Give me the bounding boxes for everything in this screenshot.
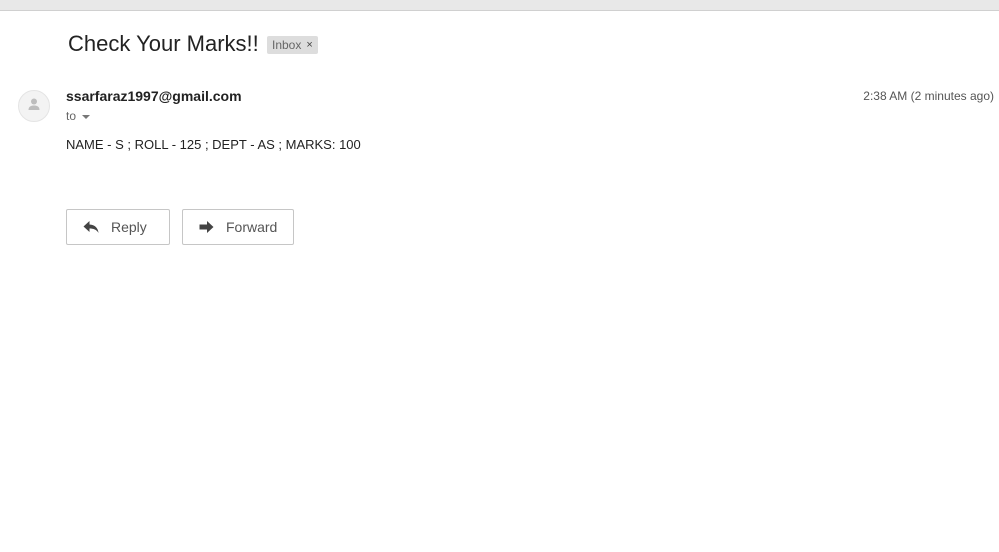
sender-email[interactable]: ssarfaraz1997@gmail.com	[66, 88, 242, 104]
reply-arrow-icon	[83, 220, 99, 234]
remove-label-icon[interactable]: ×	[306, 36, 312, 54]
window-top-strip	[0, 0, 999, 11]
forward-label: Forward	[226, 219, 278, 235]
label-text: Inbox	[272, 38, 302, 52]
reply-button[interactable]: Reply	[66, 209, 170, 245]
email-body: NAME - S ; ROLL - 125 ; DEPT - AS ; MARK…	[66, 137, 361, 152]
inbox-label-chip[interactable]: Inbox ×	[267, 36, 318, 54]
chevron-down-icon[interactable]	[82, 114, 91, 119]
to-label: to	[66, 109, 77, 123]
email-timestamp: 2:38 AM (2 minutes ago)	[863, 89, 994, 103]
person-icon	[26, 96, 42, 117]
recipients-toggle[interactable]: to	[66, 109, 91, 123]
reply-label: Reply	[111, 219, 147, 235]
sender-avatar	[18, 90, 50, 122]
forward-arrow-icon	[199, 220, 214, 234]
email-subject: Check Your Marks!!	[68, 31, 259, 56]
forward-button[interactable]: Forward	[182, 209, 294, 245]
